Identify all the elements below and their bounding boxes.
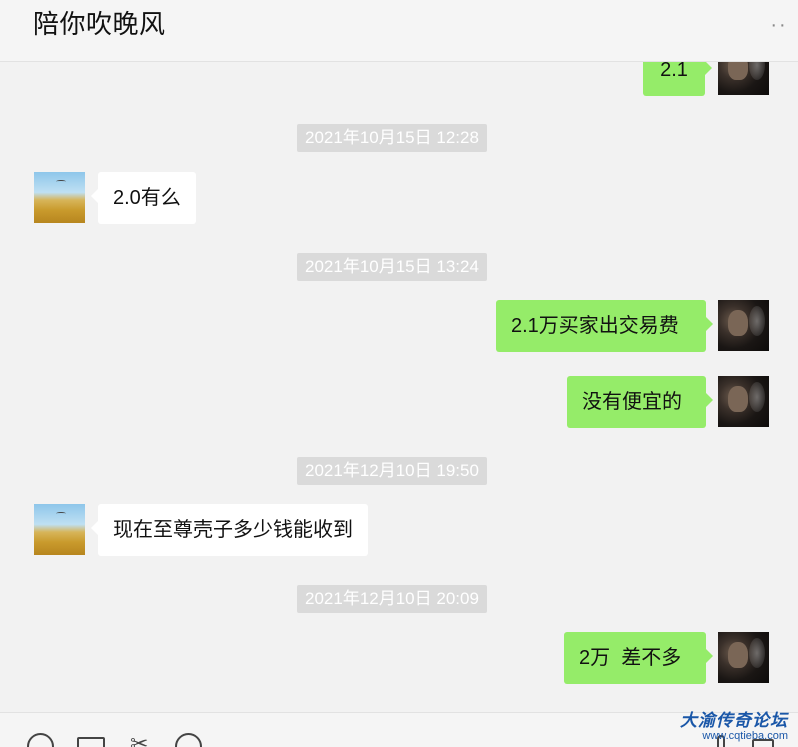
- contact-avatar[interactable]: [34, 504, 85, 555]
- chat-title: 陪你吹晚风: [33, 9, 166, 39]
- self-avatar[interactable]: [718, 632, 769, 683]
- message-bubble-incoming[interactable]: 现在至尊壳子多少钱能收到: [91, 504, 368, 556]
- message-bubble-outgoing[interactable]: 2.1万买家出交易费: [496, 300, 713, 352]
- chat-history-icon[interactable]: [175, 733, 202, 747]
- folder-icon[interactable]: [77, 737, 105, 747]
- timestamp: 2021年12月10日 19:50: [297, 457, 487, 485]
- self-avatar[interactable]: [718, 62, 769, 95]
- message-list[interactable]: 2.1 2021年10月15日 12:28 2.0有么 2021年10月15日 …: [0, 62, 798, 712]
- message-bubble-outgoing[interactable]: 没有便宜的: [567, 376, 713, 428]
- more-options-icon[interactable]: ··: [766, 14, 792, 36]
- forum-watermark: 大渝传奇论坛 www.cqtieba.com: [680, 706, 788, 742]
- watermark-url: www.cqtieba.com: [702, 730, 788, 742]
- scissors-icon[interactable]: ✂: [130, 731, 158, 747]
- message-bubble-outgoing[interactable]: 2万 差不多: [564, 632, 713, 684]
- message-bubble-outgoing[interactable]: 2.1: [643, 62, 712, 96]
- self-avatar[interactable]: [718, 300, 769, 351]
- message-bubble-incoming[interactable]: 2.0有么: [91, 172, 196, 224]
- chat-header: 陪你吹晚风 ··: [0, 0, 798, 62]
- timestamp: 2021年10月15日 12:28: [297, 124, 487, 152]
- contact-avatar[interactable]: [34, 172, 85, 223]
- emoji-icon[interactable]: [27, 733, 54, 747]
- timestamp: 2021年12月10日 20:09: [297, 585, 487, 613]
- watermark-name: 大渝传奇论坛: [680, 711, 788, 731]
- input-toolbar: ✂: [0, 712, 798, 747]
- self-avatar[interactable]: [718, 376, 769, 427]
- timestamp: 2021年10月15日 13:24: [297, 253, 487, 281]
